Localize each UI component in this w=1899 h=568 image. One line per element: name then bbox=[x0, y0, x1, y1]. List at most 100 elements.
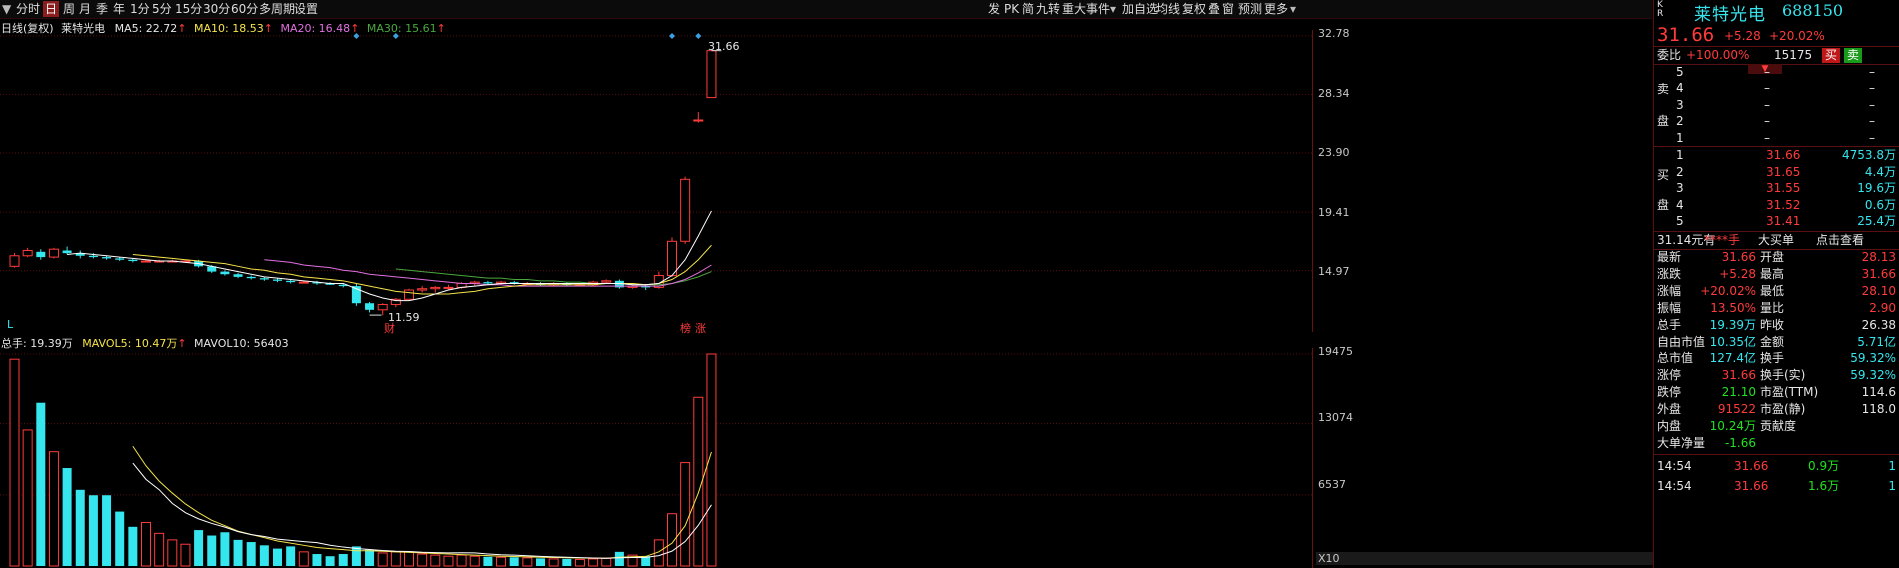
tick-volume: 0.9万 bbox=[1808, 459, 1840, 473]
chevron-down-icon[interactable]: ▾ bbox=[1108, 1, 1118, 17]
volume-bar bbox=[680, 462, 691, 567]
volume-bar bbox=[351, 546, 361, 566]
volume-bar bbox=[88, 495, 98, 566]
candle-body bbox=[233, 274, 243, 277]
sell-level-row[interactable]: 4 – – bbox=[1654, 80, 1896, 97]
buy-level-row[interactable]: 3 31.55 19.6万 bbox=[1654, 180, 1896, 197]
buy-level-row[interactable]: 4 31.52 0.6万 bbox=[1654, 197, 1896, 214]
stat-row: 总市值 127.4亿 换手 59.32% bbox=[1654, 350, 1896, 367]
tab-30min[interactable]: 30分 bbox=[201, 1, 232, 17]
sell-level-row[interactable]: 5 – – bbox=[1654, 64, 1896, 81]
btn-adjust[interactable]: 复权 bbox=[1180, 1, 1208, 17]
btn-pk[interactable]: PK bbox=[1002, 1, 1021, 17]
stat-label: 总市值 bbox=[1657, 351, 1694, 366]
sell-level-row[interactable]: 2 – – bbox=[1654, 113, 1896, 130]
stat-label-2: 昨收 bbox=[1760, 317, 1785, 332]
tab-5min[interactable]: 5分 bbox=[150, 1, 174, 17]
candle-body bbox=[88, 255, 98, 258]
btn-jiuzhuan[interactable]: 九转 bbox=[1034, 1, 1062, 17]
volume-bar bbox=[338, 554, 348, 566]
candle-body bbox=[246, 276, 256, 279]
stat-row: 外盘 91522 市盈(静) 118.0 bbox=[1654, 401, 1896, 418]
tab-settings[interactable]: 设置 bbox=[292, 1, 320, 17]
stat-value: 91522 bbox=[1717, 402, 1756, 417]
tab-day[interactable]: 日 bbox=[43, 1, 60, 17]
volume-bar bbox=[365, 549, 375, 566]
price-change: +5.28 bbox=[1724, 29, 1761, 43]
tab-1min[interactable]: 1分 bbox=[128, 1, 152, 17]
tab-month[interactable]: 月 bbox=[77, 1, 93, 17]
btn-ma[interactable]: 均线 bbox=[1154, 1, 1182, 17]
bigorder-view-link[interactable]: 点击查看 bbox=[1816, 232, 1864, 249]
candle-body bbox=[220, 271, 230, 275]
volume-bar bbox=[115, 511, 125, 566]
stat-value: 21.10 bbox=[1721, 385, 1756, 400]
tick-volume: 1.6万 bbox=[1808, 479, 1840, 493]
ma5-line bbox=[67, 210, 712, 302]
stat-label: 涨跌 bbox=[1657, 266, 1682, 281]
btn-major-events[interactable]: 重大事件 bbox=[1060, 1, 1112, 17]
volume-bar bbox=[62, 468, 72, 566]
level-volume: 4.4万 bbox=[1864, 164, 1896, 179]
tab-multi-period[interactable]: 多周期 bbox=[257, 1, 297, 17]
candle-body bbox=[680, 178, 691, 242]
event-diamond-icon bbox=[353, 33, 360, 39]
buy-level-row[interactable]: 1 31.66 4753.8万 bbox=[1654, 147, 1896, 164]
level-volume: – bbox=[1869, 65, 1875, 79]
marker-bang[interactable]: 榜 bbox=[680, 320, 691, 336]
stat-row: 跌停 21.10 市盈(TTM) 114.6 bbox=[1654, 384, 1896, 401]
btn-fa[interactable]: 发 bbox=[986, 1, 1002, 17]
volume-chart[interactable] bbox=[0, 348, 1313, 568]
level-volume: – bbox=[1869, 114, 1875, 129]
tick-count: 1 bbox=[1888, 459, 1896, 473]
candle-body bbox=[667, 240, 677, 277]
btn-more[interactable]: 更多 bbox=[1262, 1, 1290, 17]
level-number: 1 bbox=[1676, 130, 1684, 145]
level-price: – bbox=[1764, 114, 1770, 129]
tab-15min[interactable]: 15分 bbox=[173, 1, 204, 17]
marker-zhang[interactable]: 涨 bbox=[695, 320, 706, 336]
candle-body bbox=[286, 280, 296, 283]
buy-level-row[interactable]: 5 31.41 25.4万 bbox=[1654, 213, 1896, 230]
sell-level-row[interactable]: 1 – – bbox=[1654, 130, 1896, 147]
stat-value: -1.66 bbox=[1724, 435, 1756, 450]
volume-bar bbox=[601, 557, 612, 567]
marker-cai[interactable]: 财 bbox=[384, 320, 395, 336]
volume-bar bbox=[390, 551, 401, 567]
tab-fenshi[interactable]: 分时 bbox=[14, 1, 42, 17]
level-number: 4 bbox=[1676, 81, 1684, 96]
stat-label-2: 开盘 bbox=[1760, 250, 1785, 264]
stat-label: 大单净量 bbox=[1657, 435, 1706, 450]
tab-year[interactable]: 年 bbox=[111, 1, 127, 17]
level-price: 31.55 bbox=[1766, 181, 1801, 196]
candle-body bbox=[141, 260, 151, 263]
stat-label-2: 最高 bbox=[1760, 266, 1785, 281]
volume-bar bbox=[417, 553, 428, 567]
weibi-count: 15175 bbox=[1774, 48, 1813, 62]
sell-level-row[interactable]: 3 – – bbox=[1654, 97, 1896, 114]
buy-level-row[interactable]: 2 31.65 4.4万 bbox=[1654, 164, 1896, 181]
candle-body bbox=[601, 280, 612, 283]
kr-toggle[interactable]: K R bbox=[1657, 1, 1663, 19]
tab-week[interactable]: 周 bbox=[61, 1, 77, 17]
sell-button[interactable]: 卖 bbox=[1844, 48, 1862, 63]
btn-window[interactable]: 窗 bbox=[1220, 1, 1236, 17]
stat-value-2: 2.90 bbox=[1869, 300, 1896, 315]
chevron-down-icon[interactable]: ▾ bbox=[1288, 1, 1298, 17]
buy-button[interactable]: 买 bbox=[1822, 48, 1840, 63]
stat-row: 大单净量 -1.66 bbox=[1654, 435, 1896, 452]
bigorder-label: 大买单 bbox=[1758, 233, 1795, 247]
stat-label-2: 贡献度 bbox=[1760, 419, 1797, 433]
level-number: 2 bbox=[1676, 114, 1684, 129]
candle-body bbox=[259, 278, 269, 280]
tab-quarter[interactable]: 季 bbox=[94, 1, 110, 17]
stat-row: 内盘 10.24万 贡献度 bbox=[1654, 418, 1896, 435]
toolbar-menu-icon[interactable]: ▼ bbox=[0, 1, 13, 17]
volume-bar bbox=[509, 557, 519, 566]
stat-value-2: 26.38 bbox=[1861, 317, 1896, 332]
stat-value: +5.28 bbox=[1719, 266, 1756, 281]
candlestick-chart[interactable] bbox=[0, 30, 1313, 332]
btn-forecast[interactable]: 预测 bbox=[1236, 1, 1264, 17]
tab-60min[interactable]: 60分 bbox=[229, 1, 260, 17]
tick-price: 31.66 bbox=[1734, 459, 1769, 473]
